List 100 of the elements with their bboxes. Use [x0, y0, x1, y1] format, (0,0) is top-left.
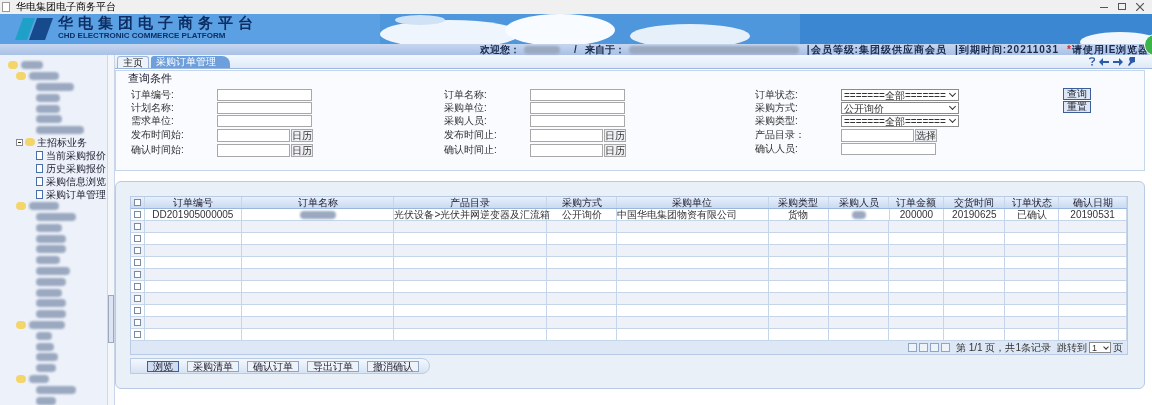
action-button[interactable]: 浏览 [147, 360, 179, 372]
redacted-text [21, 61, 43, 70]
column-header[interactable]: 采购人员 [828, 197, 890, 208]
column-header[interactable]: 订单名称 [241, 197, 395, 208]
redacted-text [36, 364, 56, 373]
close-icon[interactable] [1136, 3, 1144, 11]
action-button[interactable]: 导出订单 [307, 360, 359, 372]
action-button[interactable]: 采购清单 [187, 360, 239, 372]
page-select[interactable]: 1 [1089, 342, 1111, 353]
action-button[interactable]: 确认订单 [247, 360, 299, 372]
input-field[interactable] [530, 115, 625, 127]
table-cell: 货物 [768, 209, 829, 220]
checkbox[interactable] [134, 235, 141, 242]
calendar-button[interactable]: 日历 [291, 128, 313, 142]
column-header[interactable]: 采购类型 [768, 197, 829, 208]
input-field[interactable] [217, 102, 312, 114]
back-icon[interactable] [1099, 57, 1109, 66]
select-field[interactable]: 公开询价 [841, 102, 959, 114]
tree-item[interactable]: 历史采购报价 [46, 162, 106, 174]
checkbox[interactable] [134, 331, 141, 338]
member-level-text: |会员等级:集团级供应商会员 [806, 44, 947, 55]
input-field[interactable] [530, 143, 603, 157]
column-header[interactable]: 订单编号 [144, 197, 242, 208]
input-field[interactable] [530, 128, 603, 142]
logo-icon [15, 18, 53, 40]
redacted-text [36, 126, 84, 135]
checkbox[interactable] [134, 211, 141, 218]
first-page-icon[interactable] [907, 343, 917, 352]
tree-item[interactable]: 主招标业务 [37, 136, 87, 148]
input-field[interactable] [530, 102, 625, 114]
column-header[interactable]: 确认日期 [1059, 197, 1127, 208]
tree-item[interactable]: 采购订单管理 [46, 188, 106, 200]
input-field[interactable] [841, 143, 936, 155]
field-label: 确认时间始: [131, 144, 185, 156]
checkbox[interactable] [134, 295, 141, 302]
checkbox[interactable] [134, 319, 141, 326]
checkbox[interactable] [134, 271, 141, 278]
tree-item[interactable]: 采购信息浏览 [46, 175, 106, 187]
input-field[interactable] [217, 89, 312, 101]
input-field[interactable] [217, 115, 312, 127]
column-header[interactable]: 采购方式 [547, 197, 617, 208]
tree-item[interactable]: 当前采购报价 [46, 149, 106, 161]
select-field[interactable]: =======全部======= [841, 115, 959, 127]
calendar-button[interactable]: 日历 [291, 143, 313, 157]
input-field[interactable] [217, 143, 290, 157]
redacted-text [36, 234, 66, 243]
column-header[interactable]: 订单状态 [1005, 197, 1060, 208]
input-field[interactable] [530, 89, 625, 101]
folder-icon [16, 202, 26, 211]
folder-icon [16, 375, 26, 384]
redacted-text [299, 210, 336, 219]
forward-icon[interactable] [1113, 57, 1123, 66]
redacted-text [36, 104, 60, 113]
column-header[interactable]: 交货时间 [944, 197, 1006, 208]
field-label: 发布时间始: [131, 129, 185, 141]
field-label: 采购方式: [755, 102, 799, 114]
redacted-text [36, 288, 62, 297]
collapse-icon[interactable] [16, 138, 23, 146]
action-button[interactable]: 撤消确认 [367, 360, 419, 372]
checkbox[interactable] [134, 247, 141, 254]
pin-icon[interactable] [1127, 57, 1136, 66]
field-label: 采购人员: [444, 115, 488, 127]
input-field[interactable] [217, 128, 290, 142]
table-cell: 已确认 [1005, 209, 1060, 220]
checkbox[interactable] [134, 199, 141, 206]
calendar-button[interactable]: 日历 [604, 128, 626, 142]
query-button[interactable]: 重置 [1063, 101, 1091, 113]
redacted-text [29, 202, 59, 211]
query-button[interactable]: 查询 [1063, 88, 1091, 100]
column-header[interactable]: 采购单位 [617, 197, 769, 208]
next-page-icon[interactable] [929, 343, 939, 352]
redacted-text [36, 310, 66, 319]
select-field[interactable]: =======全部======= [841, 89, 959, 101]
minimize-icon[interactable] [1100, 6, 1108, 8]
table-cell: DD201905000005 [144, 209, 242, 220]
redacted-text [36, 245, 66, 254]
previous-page-icon[interactable] [918, 343, 928, 352]
document-icon [2, 2, 10, 12]
column-header[interactable]: 产品目录 [394, 197, 548, 208]
checkbox[interactable] [134, 259, 141, 266]
checkbox[interactable] [134, 223, 141, 230]
redacted-text [36, 396, 56, 405]
column-header[interactable]: 订单金额 [889, 197, 945, 208]
field-label: 确认人员: [755, 143, 799, 155]
field-label: 订单编号: [131, 89, 175, 101]
scrollbar-thumb[interactable] [108, 295, 114, 343]
calendar-button[interactable]: 选择 [915, 128, 937, 142]
calendar-button[interactable]: 日历 [604, 143, 626, 157]
redacted-text [29, 72, 59, 81]
input-field[interactable] [841, 128, 914, 142]
help-icon[interactable] [1089, 57, 1095, 66]
table-cell: 200000 [889, 209, 945, 220]
table-cell: 中国华电集团物资有限公司 [617, 209, 769, 220]
table-cell: 光伏设备>光伏并网逆变器及汇流箱 [394, 209, 548, 220]
checkbox[interactable] [134, 307, 141, 314]
tab[interactable]: 主页 [117, 56, 149, 68]
checkbox[interactable] [134, 283, 141, 290]
restore-icon[interactable] [1118, 3, 1126, 10]
last-page-icon[interactable] [940, 343, 950, 352]
scrollbar[interactable] [107, 55, 114, 405]
